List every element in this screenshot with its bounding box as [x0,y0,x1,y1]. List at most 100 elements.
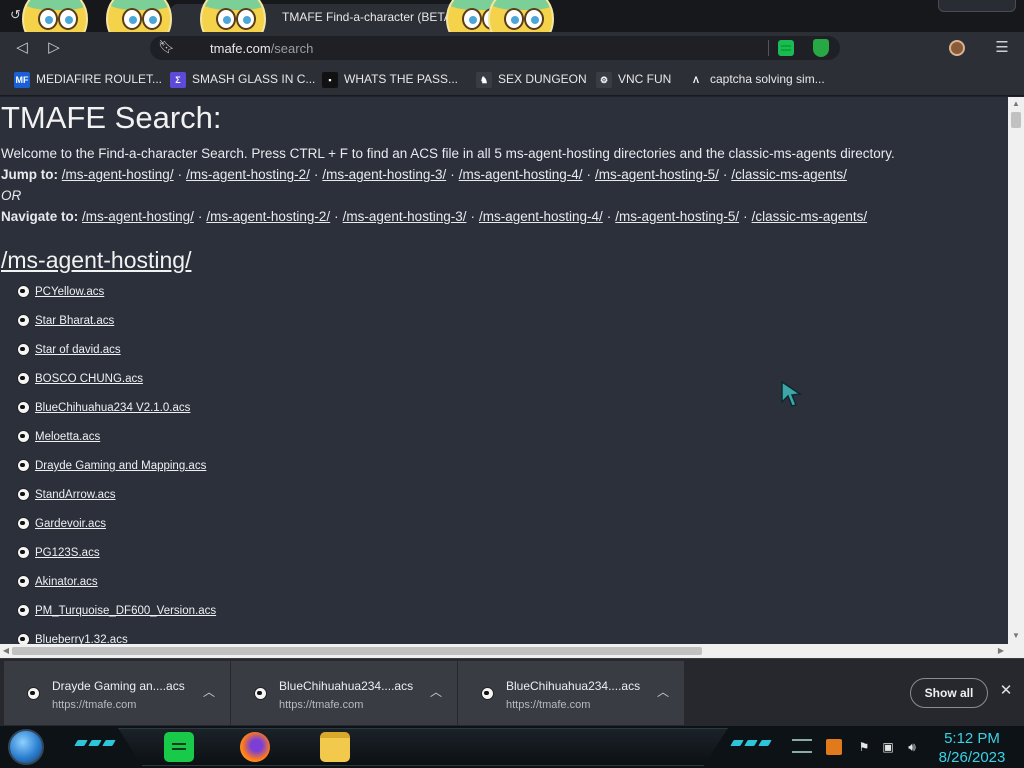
jump-link[interactable]: /ms-agent-hosting-5/ [595,167,719,182]
bookmark-item[interactable]: Λcaptcha solving sim... [688,72,825,88]
file-link[interactable]: Akinator.acs [35,576,98,588]
navigate-row: Navigate to: /ms-agent-hosting/ · /ms-agen… [1,209,867,224]
navigate-link[interactable]: /ms-agent-hosting-5/ [615,209,739,224]
horizontal-scroll-thumb[interactable] [12,647,702,655]
file-link[interactable]: Meloetta.acs [35,431,100,443]
file-link[interactable]: Star of david.acs [35,344,121,356]
taskbar-decoration [74,740,116,748]
navigate-link[interactable]: /ms-agent-hosting-3/ [343,209,467,224]
mouse-cursor-icon [781,380,803,407]
link-separator: · [334,209,339,224]
vertical-scrollbar[interactable]: ▲ ▼ [1008,97,1024,644]
jump-link[interactable]: /ms-agent-hosting-4/ [459,167,583,182]
start-button[interactable] [8,729,44,765]
file-link[interactable]: StandArrow.acs [35,489,116,501]
file-link[interactable]: BlueChihuahua234 V2.1.0.acs [35,402,190,414]
download-item[interactable]: Drayde Gaming an....acs https://tmafe.co… [4,661,230,725]
agent-file-icon [16,546,30,560]
taskbar: ⚑ ▣ 🔊︎ 5:12 PM 8/26/2023 [0,726,1024,768]
chess-knight-icon: ♞ [476,72,492,88]
address-bar[interactable]: 🔖︎ tmafe.com/search [150,36,840,60]
chevron-up-icon[interactable]: ︿ [429,685,443,699]
navigate-link[interactable]: /classic-ms-agents/ [752,209,868,224]
volume-icon[interactable]: 🔊︎ [904,739,920,755]
menu-icon[interactable]: ☰ [994,40,1010,56]
scroll-up-icon[interactable]: ▲ [1011,99,1021,109]
bookmark-item[interactable]: ⚙ VNC FUN [596,72,671,88]
scroll-right-icon[interactable]: ▶ [996,646,1006,656]
scroll-left-icon[interactable]: ◀ [1,646,11,656]
download-source: https://tmafe.com [506,699,591,711]
download-item[interactable]: BlueChihuahua234....acs https://tmafe.co… [458,661,684,725]
close-icon[interactable]: ✕ [998,683,1014,699]
file-link[interactable]: Blueberry1.32.acs [35,634,128,644]
agent-file-icon [16,575,30,589]
download-source: https://tmafe.com [52,699,137,711]
shard-icon: Σ [170,72,186,88]
shield-extension-icon[interactable] [813,39,829,57]
page-viewport[interactable]: TMAFE Search: Welcome to the Find-a-char… [0,97,1008,644]
link-separator: · [586,167,592,182]
scroll-down-icon[interactable]: ▼ [1011,631,1021,641]
taskbar-frame [118,728,728,766]
bookmark-label: MEDIAFIRE ROULET... [36,72,163,86]
horizontal-scrollbar[interactable]: ◀ ▶ [0,644,1008,658]
or-text: OR [1,188,22,203]
gear-icon: ⚙ [596,72,612,88]
vertical-scroll-thumb[interactable] [1011,112,1021,128]
jump-link[interactable]: /ms-agent-hosting-2/ [186,167,310,182]
sublime-tray-icon[interactable] [826,739,842,755]
download-item[interactable]: BlueChihuahua234....acs https://tmafe.co… [231,661,457,725]
firefox-icon[interactable] [240,732,270,762]
page-title: TMAFE Search: [1,100,222,135]
notes-app-icon[interactable] [164,732,194,762]
link-separator: · [313,167,319,182]
show-all-button[interactable]: Show all [910,678,988,708]
system-clock[interactable]: 5:12 PM 8/26/2023 [934,729,1010,767]
section-title[interactable]: /ms-agent-hosting/ [1,247,191,274]
back-icon[interactable]: ◁ [12,38,32,58]
bookmark-item[interactable]: Σ SMASH GLASS IN C... [170,72,315,88]
intro-text: Welcome to the Find-a-character Search. … [1,146,895,161]
bookmark-label: SEX DUNGEON [498,72,587,86]
file-link[interactable]: BOSCO CHUNG.acs [35,373,143,385]
chevron-up-icon[interactable]: ︿ [656,685,670,699]
bookmarks-bar: MF MEDIAFIRE ROULET... Σ SMASH GLASS IN C..… [0,64,1024,96]
jump-label: Jump to: [1,167,58,182]
notes-extension-icon[interactable] [778,40,794,56]
url-path: /search [270,41,314,56]
file-link[interactable]: PCYellow.acs [35,286,104,298]
scroll-corner [1008,644,1024,658]
profile-avatar[interactable] [949,40,965,56]
bookmark-label: VNC FUN [618,72,672,86]
flag-icon[interactable]: ⚑ [856,739,872,755]
file-link[interactable]: PG123S.acs [35,547,100,559]
bookmark-icon[interactable]: 🔖︎ [158,39,175,57]
navigate-link[interactable]: /ms-agent-hosting-4/ [479,209,603,224]
agent-file-icon [16,459,30,473]
jump-link[interactable]: /ms-agent-hosting-3/ [322,167,446,182]
file-link[interactable]: Star Bharat.acs [35,315,114,327]
bookmark-item[interactable]: ▪ WHATS THE PASS... [322,72,458,88]
bookmark-label: WHATS THE PASS... [344,72,459,86]
navigate-link[interactable]: /ms-agent-hosting/ [82,209,194,224]
download-title: BlueChihuahua234....acs [506,679,641,693]
file-link[interactable]: Drayde Gaming and Mapping.acs [35,460,206,472]
file-link[interactable]: PM_Turquoise_DF600_Version.acs [35,605,216,617]
chevron-up-icon[interactable]: ︿ [202,685,216,699]
file-explorer-icon[interactable] [320,732,350,762]
window-controls[interactable] [938,0,1016,12]
navigate-link[interactable]: /ms-agent-hosting-2/ [206,209,330,224]
navigate-label: Navigate to: [1,209,79,224]
bookmark-item[interactable]: MF MEDIAFIRE ROULET... [14,72,162,88]
agent-file-icon [253,687,267,701]
forward-icon[interactable]: ▷ [44,38,64,58]
agent-file-icon [26,687,40,701]
network-icon[interactable]: ▣ [880,739,896,755]
jump-link[interactable]: /classic-ms-agents/ [731,167,847,182]
agent-file-icon [480,687,494,701]
bookmark-item[interactable]: ♞ SEX DUNGEON [476,72,587,88]
jump-link[interactable]: /ms-agent-hosting/ [62,167,174,182]
file-link[interactable]: Gardevoir.acs [35,518,106,530]
agent-file-icon [16,517,30,531]
